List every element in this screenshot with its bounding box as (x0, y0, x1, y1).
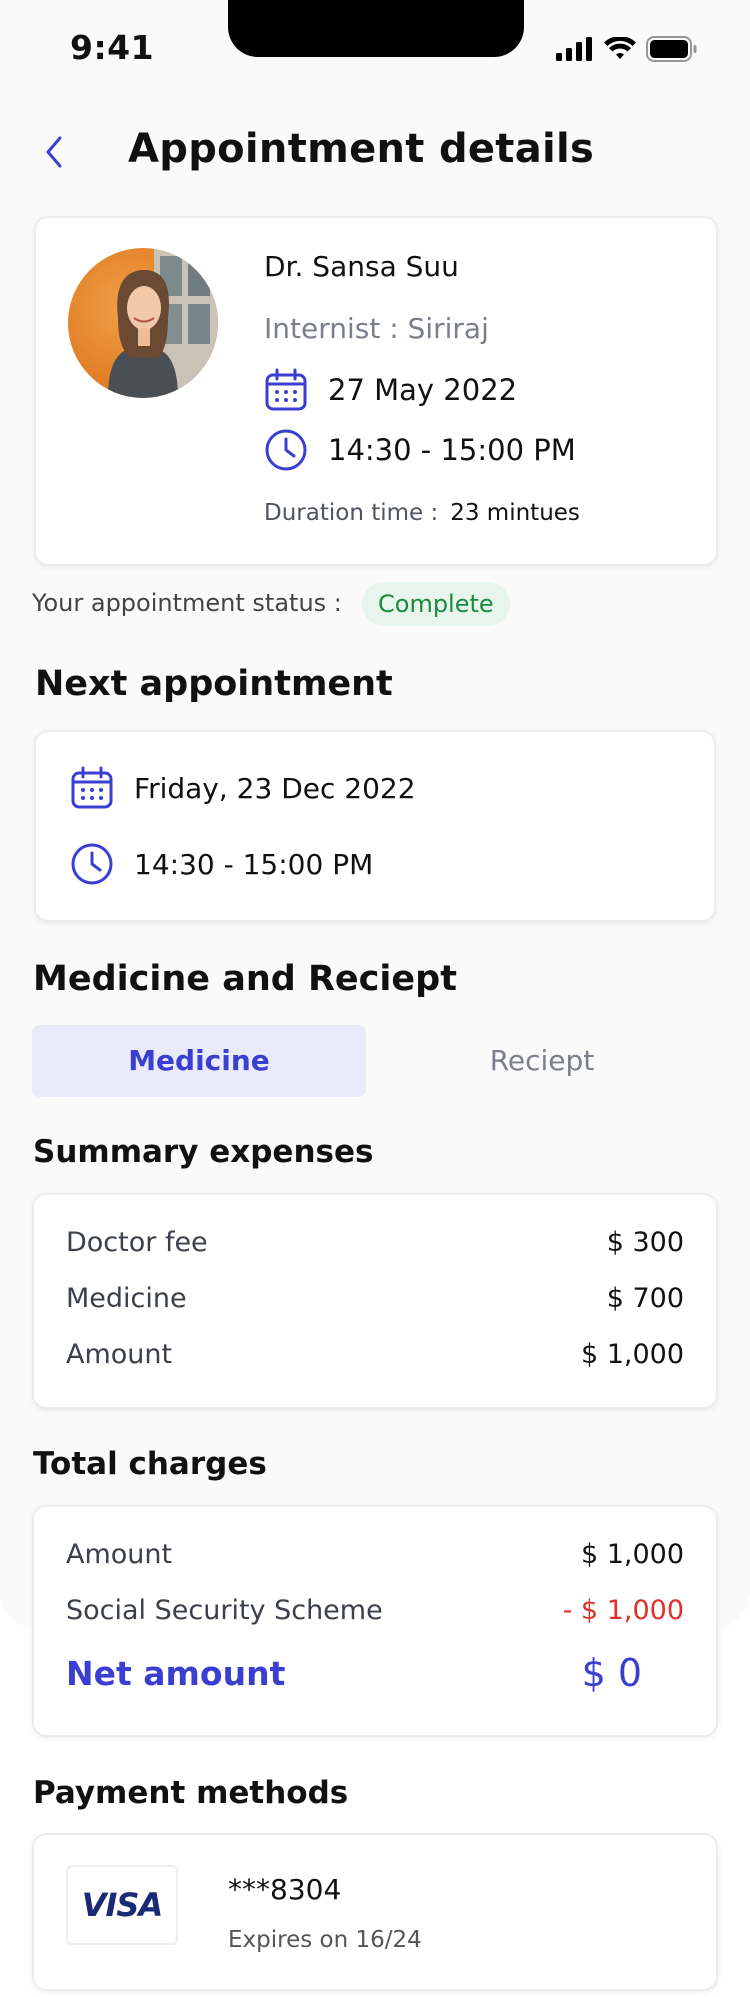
net-amount-row: Net amount $ 0 (66, 1651, 684, 1695)
status-label: Your appointment status : (32, 589, 342, 617)
card-expiry: Expires on 16/24 (228, 1927, 422, 1953)
clock-icon (265, 429, 307, 471)
duration: Duration time : 23 mintues (264, 500, 580, 526)
appointment-time-row: 14:30 - 15:00 PM (264, 428, 576, 472)
summary-row-label: Amount (66, 1339, 173, 1370)
duration-label: Duration time : (264, 500, 439, 526)
medicine-heading: Medicine and Reciept (33, 959, 457, 999)
doctor-name: Dr. Sansa Suu (264, 250, 459, 283)
summary-row-label: Medicine (66, 1283, 187, 1314)
calendar-icon (71, 766, 113, 809)
total-row: Amount $ 1,000 (66, 1539, 684, 1570)
status-icons (556, 36, 698, 62)
tab-reciept[interactable]: Reciept (366, 1025, 718, 1097)
total-row: Social Security Scheme - $ 1,000 (66, 1595, 684, 1626)
tab-medicine[interactable]: Medicine (32, 1025, 366, 1097)
next-time-row: 14:30 - 15:00 PM (70, 842, 373, 886)
calendar-icon (265, 368, 307, 411)
payment-card[interactable]: VISA ***8304 Expires on 16/24 (32, 1833, 718, 1991)
total-row-value-negative: - $ 1,000 (562, 1595, 684, 1626)
back-chevron-icon (46, 136, 62, 168)
appointment-date-row: 27 May 2022 (264, 368, 517, 412)
summary-row-label: Doctor fee (66, 1227, 208, 1258)
summary-row-value: $ 1,000 (580, 1339, 684, 1370)
summary-card: Doctor fee $ 300 Medicine $ 700 Amount $… (32, 1193, 718, 1409)
notch (228, 0, 524, 57)
status-badge: Complete (362, 582, 510, 626)
summary-row: Medicine $ 700 (66, 1283, 684, 1314)
appointment-date: 27 May 2022 (328, 373, 518, 407)
clock-icon (71, 843, 113, 885)
next-date: Friday, 23 Dec 2022 (134, 771, 416, 805)
next-date-row: Friday, 23 Dec 2022 (70, 766, 416, 810)
summary-row-value: $ 300 (606, 1227, 684, 1258)
doctor-photo (108, 248, 218, 398)
medicine-tabs: Medicine Reciept (32, 1025, 718, 1097)
battery-icon (646, 36, 697, 62)
doctor-card: Dr. Sansa Suu Internist : Siriraj 27 May… (34, 216, 718, 566)
back-button[interactable] (40, 132, 70, 172)
duration-value: 23 mintues (450, 500, 580, 526)
payment-heading: Payment methods (33, 1775, 349, 1811)
net-amount-value: $ 0 (581, 1651, 642, 1695)
visa-logo-text: VISA (81, 1886, 163, 1924)
summary-heading: Summary expenses (33, 1134, 374, 1170)
page-title: Appointment details (128, 126, 595, 172)
total-card: Amount $ 1,000 Social Security Scheme - … (32, 1505, 718, 1737)
doctor-specialty: Internist : Siriraj (264, 312, 489, 345)
summary-row: Doctor fee $ 300 (66, 1227, 684, 1258)
total-heading: Total charges (33, 1446, 267, 1482)
card-number: ***8304 (228, 1873, 342, 1906)
appointment-time: 14:30 - 15:00 PM (328, 433, 576, 467)
net-amount-label: Net amount (66, 1653, 286, 1693)
total-row-label: Social Security Scheme (66, 1595, 383, 1626)
summary-row-value: $ 700 (606, 1283, 684, 1314)
total-row-value: $ 1,000 (580, 1539, 684, 1570)
doctor-avatar (68, 248, 218, 398)
next-time: 14:30 - 15:00 PM (134, 847, 374, 881)
visa-logo: VISA (66, 1865, 178, 1945)
total-row-label: Amount (66, 1539, 173, 1570)
next-appointment-card: Friday, 23 Dec 2022 14:30 - 15:00 PM (34, 730, 716, 922)
signal-icon (556, 37, 592, 61)
next-appointment-heading: Next appointment (35, 664, 393, 704)
status-time: 9:41 (70, 28, 155, 67)
summary-row: Amount $ 1,000 (66, 1339, 684, 1370)
wifi-icon (604, 37, 636, 59)
